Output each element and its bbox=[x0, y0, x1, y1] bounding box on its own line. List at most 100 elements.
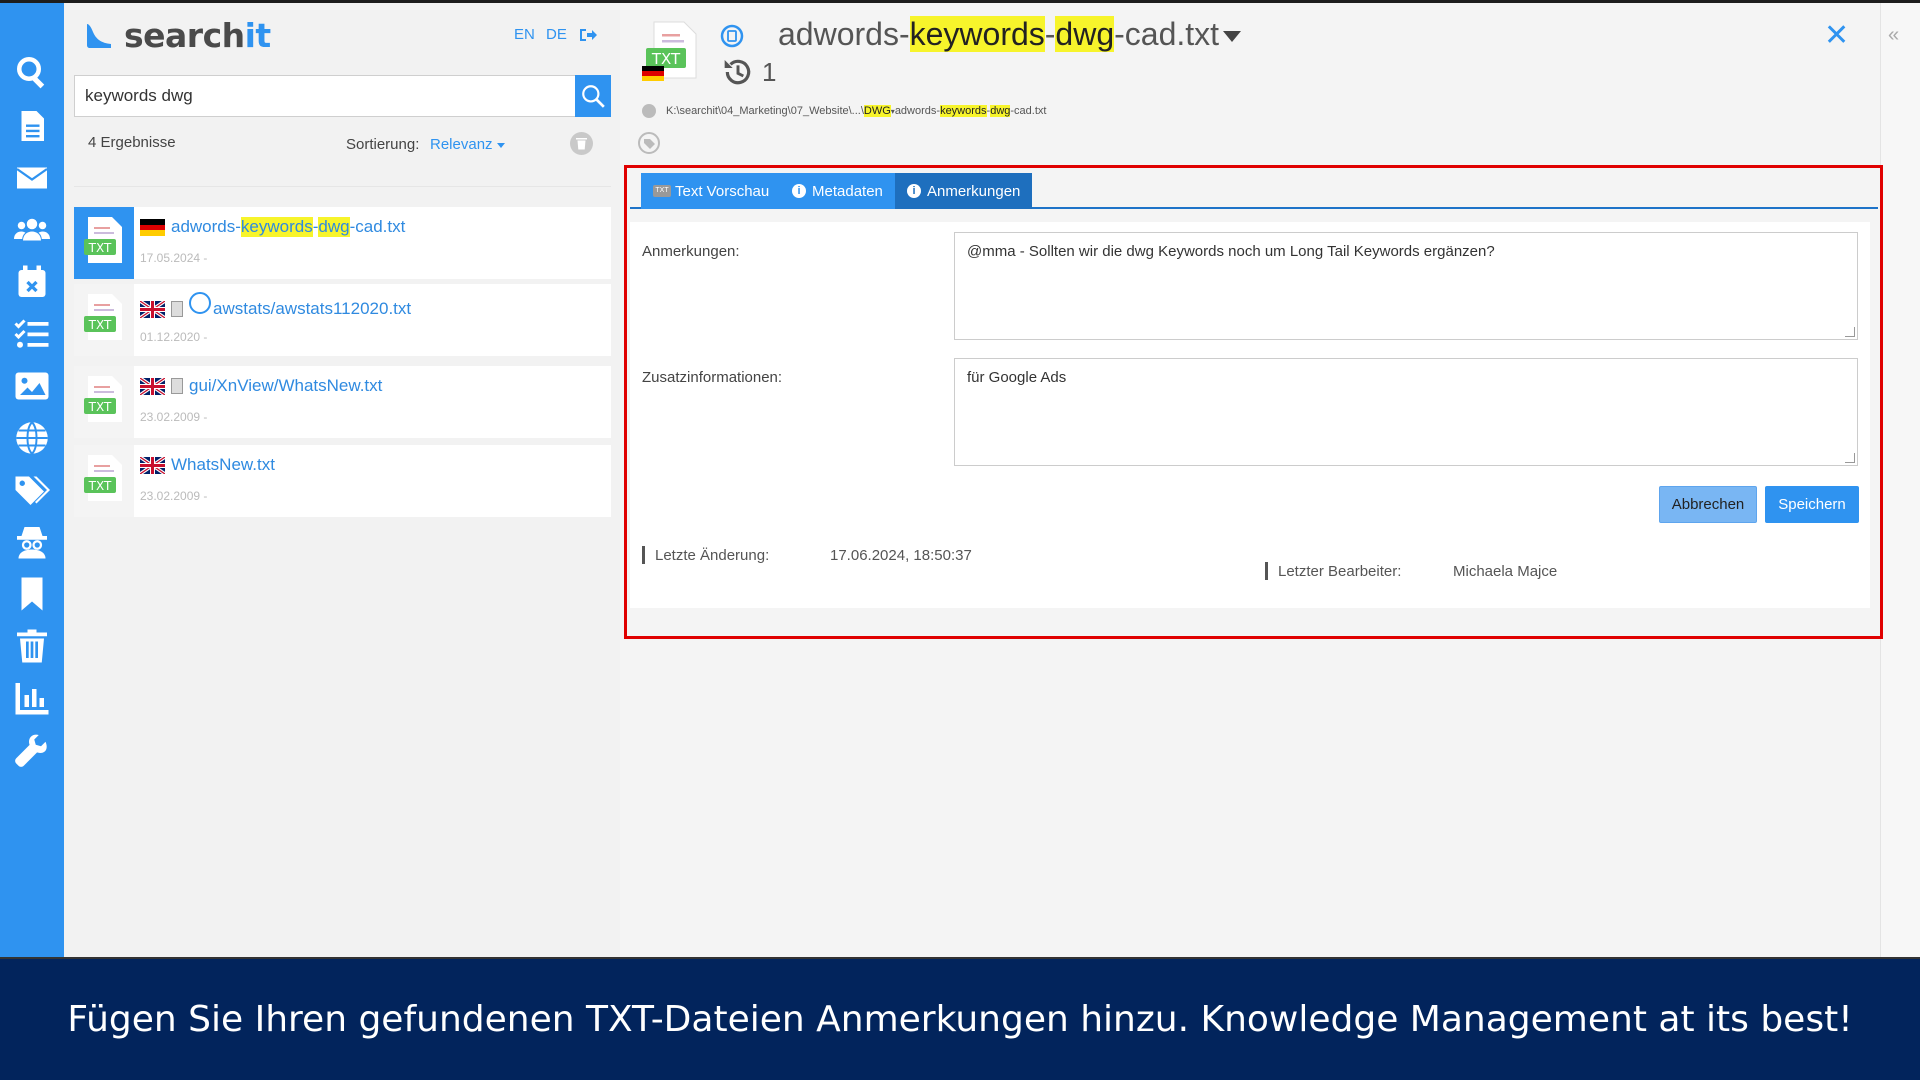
sort-dropdown-value: Relevanz bbox=[430, 136, 493, 153]
result-title[interactable]: gui/XnView/WhatsNew.txt bbox=[140, 376, 382, 396]
nav-mail[interactable] bbox=[0, 151, 64, 205]
result-item[interactable]: TXT WhatsNew.txt 23.02.2009 - bbox=[74, 445, 611, 517]
sort-dropdown[interactable]: Relevanz bbox=[430, 136, 505, 153]
svg-text:TXT: TXT bbox=[88, 400, 112, 414]
searchit-logo: searchit bbox=[84, 16, 271, 55]
search-icon bbox=[17, 57, 45, 89]
language-de-link[interactable]: DE bbox=[546, 26, 567, 43]
copy-circle-icon[interactable] bbox=[720, 24, 744, 48]
title-highlight: keywords bbox=[909, 16, 1045, 52]
additional-info-text: für Google Ads bbox=[967, 369, 1067, 386]
resize-grip-icon[interactable] bbox=[1845, 327, 1855, 337]
path-highlight: keywords bbox=[940, 105, 987, 117]
logo-mark-icon bbox=[87, 23, 111, 48]
result-item[interactable]: TXT adwords-keywords - dwg -cad.txt 17.05.2… bbox=[74, 207, 611, 279]
txt-file-icon: TXT bbox=[84, 455, 122, 501]
nav-web[interactable] bbox=[0, 411, 64, 465]
document-path[interactable]: K:\searchit\04_Marketing\07_Website\...\… bbox=[642, 104, 1046, 118]
tab-text-preview[interactable]: TXT Text Vorschau bbox=[641, 173, 782, 209]
caret-down-icon bbox=[496, 142, 505, 148]
path-highlight: DWG bbox=[863, 105, 891, 117]
info-icon: i bbox=[907, 184, 921, 198]
double-chevron-left-icon[interactable]: « bbox=[1888, 24, 1899, 47]
annotations-textarea[interactable]: @mma - Sollten wir die dwg Keywords noch… bbox=[954, 232, 1858, 340]
result-thumbnail: TXT bbox=[74, 366, 134, 438]
tab-annotations[interactable]: i Anmerkungen bbox=[895, 173, 1033, 209]
document-title[interactable]: adwords-keywords-dwg-cad.txt bbox=[778, 16, 1242, 53]
title-highlight: dwg bbox=[1055, 16, 1115, 52]
result-title[interactable]: awstats/awstats112020.txt bbox=[140, 292, 412, 320]
result-item[interactable]: TXT awstats/awstats112020.txt 01.12.2020… bbox=[74, 284, 611, 356]
document-icon bbox=[21, 111, 44, 141]
last-editor-value: Michaela Majce bbox=[1453, 563, 1558, 580]
caption-text: Fügen Sie Ihren gefundenen TXT-Dateien A… bbox=[67, 999, 1853, 1040]
result-title[interactable]: WhatsNew.txt bbox=[140, 455, 275, 475]
history-icon bbox=[724, 59, 751, 85]
nav-documents[interactable] bbox=[0, 99, 64, 153]
additional-info-label: Zusatzinformationen: bbox=[642, 369, 783, 386]
txt-mini-icon: TXT bbox=[653, 185, 671, 197]
nav-agent[interactable] bbox=[0, 515, 64, 569]
tab-label: Text Vorschau bbox=[675, 182, 770, 200]
txt-file-icon: TXT bbox=[84, 217, 122, 263]
path-text: -cad.txt bbox=[1010, 105, 1047, 117]
last-change-value: 17.06.2024, 18:50:37 bbox=[830, 547, 972, 564]
title-part: - bbox=[1044, 16, 1056, 52]
bookmark-icon bbox=[21, 577, 43, 611]
result-title-part: -cad.txt bbox=[349, 217, 406, 236]
result-count: 4 Ergebnisse bbox=[88, 134, 176, 151]
search-button[interactable] bbox=[575, 75, 611, 117]
nav-tasks[interactable] bbox=[0, 307, 64, 361]
result-title[interactable]: adwords-keywords - dwg -cad.txt bbox=[140, 217, 405, 237]
last-editor-label: Letzter Bearbeiter: bbox=[1278, 563, 1402, 580]
nav-tags[interactable] bbox=[0, 463, 64, 517]
logo-text-part2: it bbox=[244, 16, 272, 55]
uk-flag-icon bbox=[140, 456, 165, 474]
german-flag-icon bbox=[642, 66, 664, 81]
additional-info-textarea[interactable]: für Google Ads bbox=[954, 358, 1858, 466]
logo-text-part1: search bbox=[124, 16, 245, 55]
logout-icon[interactable] bbox=[578, 26, 598, 44]
uk-flag-icon bbox=[140, 300, 165, 318]
result-thumbnail: TXT bbox=[74, 284, 134, 356]
result-title-part: adwords- bbox=[171, 217, 241, 236]
path-arrow-icon bbox=[642, 104, 656, 118]
uk-flag-icon bbox=[140, 377, 165, 395]
save-button[interactable]: Speichern bbox=[1765, 486, 1859, 523]
result-item[interactable]: TXT gui/XnView/WhatsNew.txt 23.02.2009 - bbox=[74, 366, 611, 438]
caption-banner: Fügen Sie Ihren gefundenen TXT-Dateien A… bbox=[0, 957, 1920, 1080]
globe-icon bbox=[16, 421, 48, 455]
result-title-text: gui/XnView/WhatsNew.txt bbox=[189, 376, 383, 395]
annotations-label: Anmerkungen: bbox=[642, 243, 740, 260]
tags-icon bbox=[15, 476, 50, 505]
nav-search[interactable] bbox=[0, 45, 64, 99]
copy-circle-icon bbox=[189, 292, 211, 314]
nav-settings[interactable] bbox=[0, 723, 64, 777]
nav-users[interactable] bbox=[0, 203, 64, 257]
result-title-text: awstats/awstats112020.txt bbox=[213, 299, 412, 318]
right-collapsed-panel bbox=[1880, 3, 1920, 957]
tab-metadata[interactable]: i Metadaten bbox=[780, 173, 895, 209]
spy-icon bbox=[17, 527, 47, 559]
last-change-label: Letzte Änderung: bbox=[655, 547, 770, 564]
title-part: -cad.txt bbox=[1114, 16, 1220, 52]
chart-icon bbox=[15, 683, 49, 715]
resize-grip-icon[interactable] bbox=[1845, 453, 1855, 463]
version-history[interactable]: 1 bbox=[722, 56, 776, 88]
clear-results-button[interactable] bbox=[570, 132, 593, 155]
nav-calendar[interactable] bbox=[0, 255, 64, 309]
txt-file-icon: TXT bbox=[84, 294, 122, 340]
nav-images[interactable] bbox=[0, 359, 64, 413]
nav-statistics[interactable] bbox=[0, 671, 64, 725]
archive-file-icon bbox=[171, 301, 183, 317]
tag-icon[interactable] bbox=[638, 132, 660, 154]
meta-divider bbox=[642, 546, 645, 564]
cancel-button[interactable]: Abbrechen bbox=[1659, 486, 1757, 523]
nav-trash[interactable] bbox=[0, 619, 64, 673]
meta-divider bbox=[1265, 562, 1268, 580]
language-en-link[interactable]: EN bbox=[514, 26, 535, 43]
close-detail-button[interactable]: ✕ bbox=[1824, 18, 1849, 53]
trash-icon bbox=[17, 629, 47, 663]
search-input[interactable] bbox=[74, 75, 575, 117]
nav-bookmarks[interactable] bbox=[0, 567, 64, 621]
